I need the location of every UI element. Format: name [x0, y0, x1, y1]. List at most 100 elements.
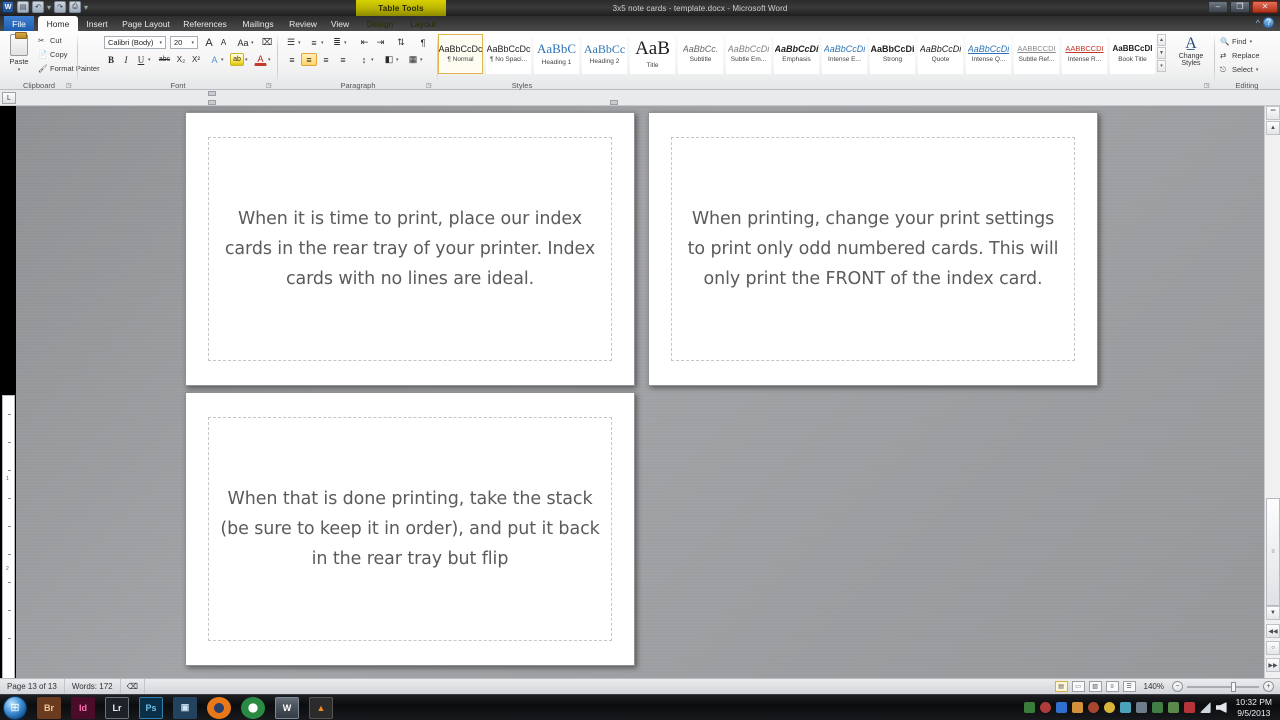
chevron-down-icon[interactable]: ▾ [191, 40, 197, 46]
styles-gallery-scroll-up[interactable]: ▲ [1157, 34, 1166, 46]
tray-sync-icon[interactable] [1103, 702, 1115, 713]
clear-formatting-button[interactable]: ⌧ [260, 36, 274, 49]
style-item-intense-reference[interactable]: AABBCCDI Intense R... [1062, 34, 1107, 74]
window-controls[interactable]: – ❐ ✕ [1208, 1, 1278, 13]
font-color-dropdown-icon[interactable]: ▾ [268, 57, 271, 63]
zoom-level-label[interactable]: 140% [1140, 682, 1168, 691]
tray-warning-icon[interactable] [1071, 702, 1083, 713]
select-dropdown-icon[interactable]: ▾ [1256, 67, 1259, 73]
underline-dropdown-icon[interactable]: ▾ [148, 57, 151, 63]
style-item-strong[interactable]: AaBbCcDi Strong [870, 34, 915, 74]
document-canvas[interactable]: When it is time to print, place our inde… [16, 106, 1264, 678]
clipboard-dialog-launcher[interactable]: ◳ [66, 82, 72, 89]
replace-button[interactable]: ⇄ Replace [1220, 51, 1260, 60]
underline-button[interactable]: U [134, 53, 148, 66]
tray-printer-icon[interactable] [1135, 702, 1147, 713]
styles-gallery-more[interactable]: ▾ [1157, 60, 1166, 72]
zoom-slider[interactable] [1187, 681, 1259, 693]
zoom-out-button[interactable]: − [1172, 681, 1183, 692]
align-center-button[interactable]: ≡ [301, 53, 317, 66]
scroll-down-button[interactable]: ▼ [1266, 606, 1280, 620]
styles-dialog-launcher[interactable]: ◳ [1204, 82, 1210, 89]
ribbon-help-controls[interactable]: ^ ? [1256, 17, 1274, 28]
tab-mailings[interactable]: Mailings [234, 16, 282, 31]
taskbar-windows-media-center[interactable]: ▣ [173, 696, 197, 719]
taskbar-clock[interactable]: 10:32 PM 9/5/2013 [1232, 697, 1276, 718]
taskbar-google-chrome[interactable]: ◉ [241, 696, 265, 719]
tab-review[interactable]: Review [284, 16, 322, 31]
tab-design[interactable]: Design [360, 16, 400, 31]
collapse-ribbon-icon[interactable]: ^ [1256, 18, 1260, 28]
highlight-button[interactable]: ab [230, 53, 244, 66]
grow-font-button[interactable]: A [202, 36, 216, 49]
note-card-page-top-left[interactable]: When it is time to print, place our inde… [185, 112, 635, 386]
shrink-font-button[interactable]: A [217, 36, 230, 49]
tray-sharing-icon[interactable] [1119, 702, 1131, 713]
find-button[interactable]: 🔍 Find ▾ [1220, 37, 1252, 46]
tab-layout[interactable]: Layout [402, 16, 444, 31]
start-button[interactable]: ⊞ [3, 695, 27, 720]
style-item-subtitle[interactable]: AaBbCc. Subtitle [678, 34, 723, 74]
page-indicator[interactable]: Page 13 of 13 [0, 678, 65, 695]
style-item-heading-2[interactable]: AaBbCc Heading 2 [582, 34, 627, 74]
first-line-indent-marker[interactable] [208, 91, 216, 96]
sort-button[interactable]: ⇅ [394, 36, 408, 49]
style-item-subtle-emphasis[interactable]: AaBbCcDi Subtle Em... [726, 34, 771, 74]
paste-dropdown-icon[interactable]: ▾ [18, 67, 21, 73]
strikethrough-button[interactable]: abc [156, 53, 173, 66]
minimize-button[interactable]: – [1208, 1, 1228, 13]
scrollbar-thumb[interactable]: ≡ [1266, 498, 1280, 606]
numbering-dropdown-icon[interactable]: ▾ [321, 40, 324, 46]
multilevel-list-button[interactable]: ≣ [330, 36, 344, 49]
show-formatting-marks-button[interactable]: ¶ [416, 36, 430, 49]
tab-insert[interactable]: Insert [80, 16, 114, 31]
tab-references[interactable]: References [178, 16, 232, 31]
style-item-no-spacing[interactable]: AaBbCcDc ¶ No Spaci... [486, 34, 531, 74]
borders-button[interactable]: ▦ [406, 53, 420, 66]
align-right-button[interactable]: ≡ [318, 53, 334, 66]
bullets-button[interactable]: ☰ [284, 36, 298, 49]
split-window-handle[interactable]: ▔ [1266, 106, 1280, 120]
horizontal-ruler[interactable]: 1 2 3 4 [0, 90, 1280, 195]
copy-button[interactable]: 📄 Copy [38, 50, 68, 59]
bold-button[interactable]: B [104, 53, 118, 66]
bullets-dropdown-icon[interactable]: ▾ [298, 40, 301, 46]
text-effects-button[interactable]: A [208, 53, 221, 66]
left-indent-marker[interactable] [208, 100, 216, 105]
tab-view[interactable]: View [324, 16, 356, 31]
zoom-slider-knob[interactable] [1231, 681, 1236, 692]
taskbar-microsoft-word[interactable]: W [275, 696, 299, 719]
style-item-title[interactable]: AaB Title [630, 34, 675, 74]
word-count[interactable]: Words: 172 [65, 678, 121, 695]
vertical-scrollbar[interactable]: ▔ ▲ ≡ ▼ ◀◀ ○ ▶▶ [1264, 106, 1280, 678]
tab-page-layout[interactable]: Page Layout [116, 16, 176, 31]
note-card-cell[interactable]: When that is done printing, take the sta… [208, 417, 612, 641]
multilevel-dropdown-icon[interactable]: ▾ [344, 40, 347, 46]
change-case-dropdown-icon[interactable]: ▾ [251, 40, 254, 46]
close-button[interactable]: ✕ [1252, 1, 1278, 13]
decrease-indent-button[interactable]: ⇤ [357, 36, 372, 49]
note-card-page-top-right[interactable]: When printing, change your print setting… [648, 112, 1098, 386]
paste-button[interactable]: Paste ▾ [6, 32, 32, 78]
font-name-box[interactable]: Calibri (Body) ▾ [104, 36, 166, 49]
style-item-book-title[interactable]: AaBBCcDI Book Title [1110, 34, 1155, 74]
line-spacing-dropdown-icon[interactable]: ▾ [371, 57, 374, 63]
maximize-restore-button[interactable]: ❐ [1230, 1, 1250, 13]
style-item-emphasis[interactable]: AaBbCcDi Emphasis [774, 34, 819, 74]
font-color-button[interactable]: A [254, 53, 267, 66]
tray-dropbox-icon[interactable] [1039, 702, 1051, 713]
next-page-button[interactable]: ▶▶ [1266, 658, 1280, 672]
right-indent-marker[interactable] [610, 100, 618, 105]
scroll-up-button[interactable]: ▲ [1266, 121, 1280, 135]
tray-bluetooth-icon[interactable] [1055, 702, 1067, 713]
shading-button[interactable]: ◧ [382, 53, 396, 66]
line-spacing-button[interactable]: ↕ [357, 53, 371, 66]
select-browse-object-button[interactable]: ○ [1266, 641, 1280, 655]
help-icon[interactable]: ? [1263, 17, 1274, 28]
find-dropdown-icon[interactable]: ▾ [1250, 39, 1253, 45]
taskbar-vlc-media-player[interactable]: ▲ [309, 696, 333, 719]
style-item-quote[interactable]: AaBbCcDi Quote [918, 34, 963, 74]
align-left-button[interactable]: ≡ [284, 53, 300, 66]
subscript-button[interactable]: X₂ [174, 53, 188, 66]
italic-button[interactable]: I [119, 53, 133, 66]
